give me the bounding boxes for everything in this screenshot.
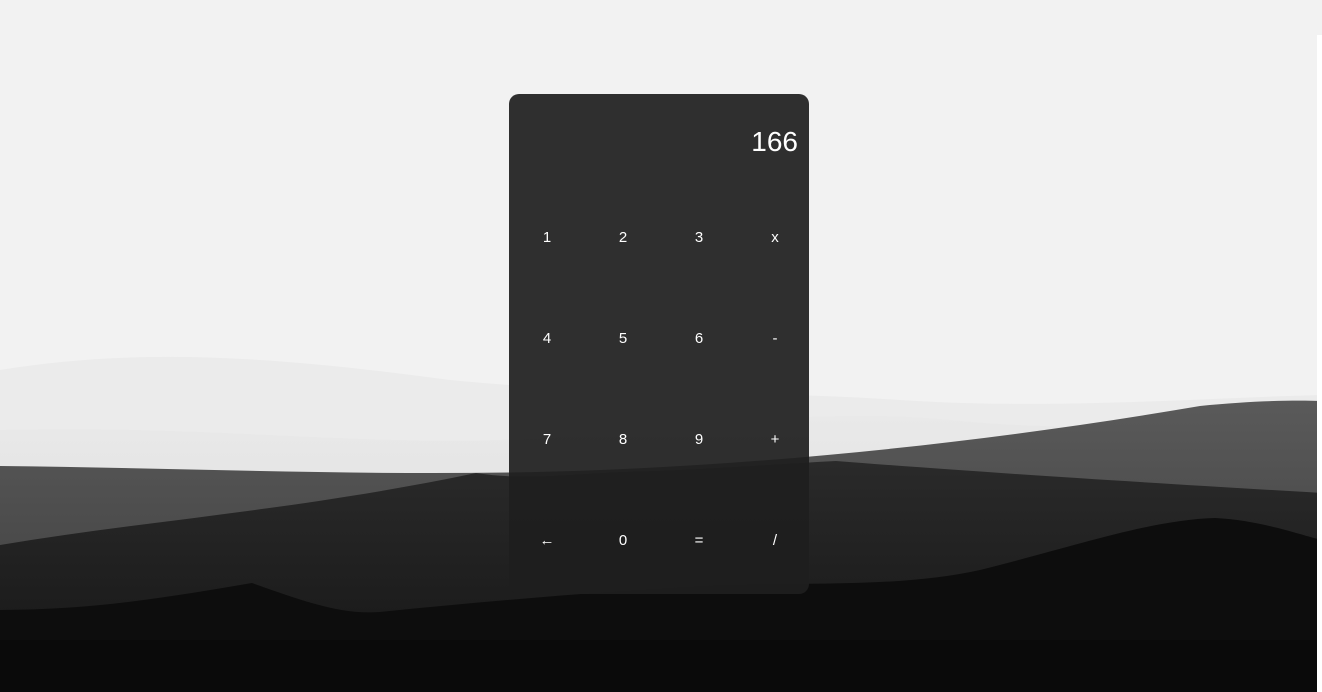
page-scrollbar-edge bbox=[1317, 35, 1322, 692]
key-0-button[interactable]: 0 bbox=[585, 490, 661, 591]
calculator-keypad: 1 2 3 x 4 5 6- 7 8 9 + ← 0 = / bbox=[509, 187, 809, 591]
key-backspace-button[interactable]: ← bbox=[509, 490, 585, 591]
key-9-button[interactable]: 9 bbox=[661, 389, 737, 490]
key-multiply-button[interactable]: x bbox=[737, 187, 809, 288]
key-equals-button[interactable]: = bbox=[661, 490, 737, 591]
key-6-button[interactable]: 6 bbox=[661, 288, 737, 389]
key-3-button[interactable]: 3 bbox=[661, 187, 737, 288]
key-1-button[interactable]: 1 bbox=[509, 187, 585, 288]
calculator-panel: 166 1 2 3 x 4 5 6- 7 8 9 + ← 0 = / bbox=[509, 94, 809, 594]
key-subtract-button[interactable]: - bbox=[737, 288, 809, 389]
key-8-button[interactable]: 8 bbox=[585, 389, 661, 490]
key-2-button[interactable]: 2 bbox=[585, 187, 661, 288]
key-divide-button[interactable]: / bbox=[737, 490, 809, 591]
key-5-button[interactable]: 5 bbox=[585, 288, 661, 389]
calculator-display: 166 bbox=[751, 126, 798, 157]
key-4-button[interactable]: 4 bbox=[509, 288, 585, 389]
key-add-button[interactable]: + bbox=[737, 389, 809, 490]
key-7-button[interactable]: 7 bbox=[509, 389, 585, 490]
